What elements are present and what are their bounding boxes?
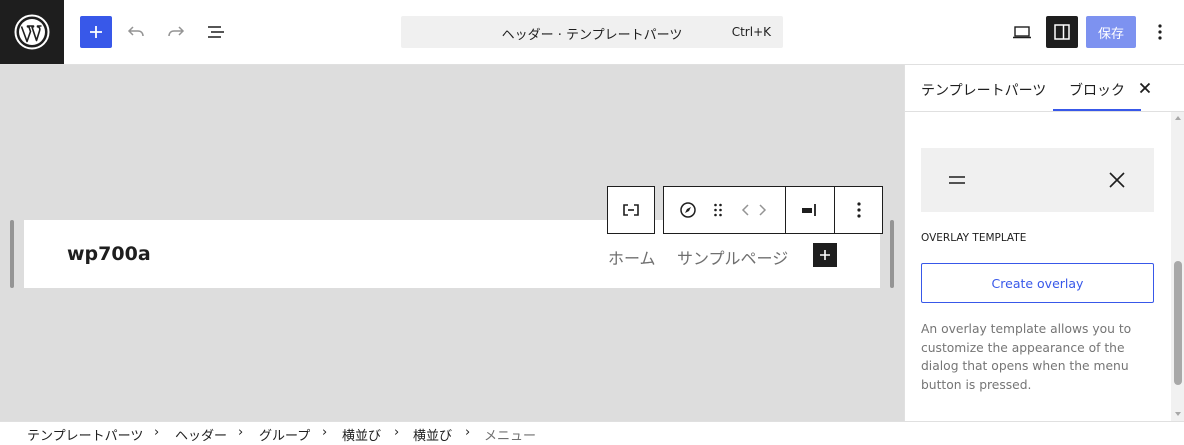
settings-sidebar: OVERLAY TEMPLATE Create overlay An overl…	[904, 65, 1184, 421]
breadcrumb-item[interactable]: ヘッダー	[175, 425, 227, 444]
move-left-right-buttons[interactable]	[736, 187, 772, 233]
nav-add-block-button[interactable]	[813, 243, 837, 267]
close-icon	[1139, 82, 1151, 94]
breadcrumb-separator-icon: ›	[238, 425, 244, 440]
nav-item-home[interactable]: ホーム	[608, 245, 656, 269]
document-title: ヘッダー · テンプレートパーツ	[501, 28, 683, 43]
undo-button[interactable]	[120, 16, 152, 48]
plus-icon	[820, 250, 830, 260]
breadcrumb-separator-icon: ›	[394, 425, 400, 440]
redo-icon	[168, 26, 185, 37]
block-toolbar-main	[663, 186, 883, 234]
block-transform-button[interactable]	[608, 187, 654, 233]
chevron-left-right-icon	[741, 204, 767, 216]
breadcrumb-separator-icon: ›	[465, 425, 471, 440]
tab-block[interactable]: ブロック	[1069, 80, 1125, 100]
device-preview-button[interactable]	[1006, 16, 1038, 48]
vertical-ellipsis-icon	[1158, 24, 1162, 40]
scrollbar-thumb[interactable]	[1174, 261, 1182, 385]
settings-sidebar-toggle[interactable]	[1046, 16, 1078, 48]
breadcrumb-item-current: メニュー	[484, 429, 537, 444]
command-palette-button[interactable]: ヘッダー · テンプレートパーツ Ctrl+K	[401, 16, 783, 48]
resize-handle-right[interactable]	[890, 220, 894, 288]
help-text: An overlay template allows you to custom…	[921, 322, 1132, 392]
breadcrumb-item[interactable]: テンプレートパーツ	[27, 425, 143, 444]
menu-icon	[949, 176, 965, 184]
site-title[interactable]: wp700a	[67, 243, 151, 265]
drag-handle-icon	[714, 203, 722, 217]
wordpress-logo-button[interactable]	[0, 0, 64, 64]
breadcrumb-separator-icon: ›	[154, 425, 160, 440]
editor-top-bar: ヘッダー · テンプレートパーツ Ctrl+K 保存	[0, 0, 1184, 65]
navigation-compass-button[interactable]	[674, 187, 702, 233]
navigation-block-icon	[623, 204, 639, 216]
resize-handle-left[interactable]	[10, 220, 14, 288]
block-options-button[interactable]	[835, 187, 882, 233]
redo-button[interactable]	[160, 16, 192, 48]
list-view-button[interactable]	[200, 16, 232, 48]
nav-item-sample-page[interactable]: サンプルページ	[677, 245, 788, 269]
block-inserter-button[interactable]	[80, 16, 112, 48]
scroll-up-arrow-icon[interactable]	[1171, 112, 1184, 124]
wordpress-logo-icon	[14, 14, 50, 50]
tab-template-part[interactable]: テンプレートパーツ	[921, 80, 1046, 100]
close-sidebar-button[interactable]	[1133, 76, 1157, 100]
drag-handle[interactable]	[706, 187, 730, 233]
keyboard-shortcut: Ctrl+K	[731, 25, 771, 39]
scroll-down-arrow-icon[interactable]	[1171, 408, 1184, 420]
sidebar-scrollbar[interactable]	[1171, 112, 1184, 421]
justify-right-icon	[802, 204, 816, 216]
create-overlay-button[interactable]: Create overlay	[921, 263, 1154, 303]
breadcrumb-item[interactable]: 横並び	[342, 425, 381, 444]
plus-icon	[90, 26, 102, 38]
options-menu-button[interactable]	[1144, 16, 1176, 48]
justification-button[interactable]	[786, 187, 834, 233]
vertical-ellipsis-icon	[856, 202, 861, 218]
save-button[interactable]: 保存	[1086, 16, 1136, 48]
undo-icon	[127, 26, 144, 37]
active-tab-indicator	[1053, 109, 1141, 111]
breadcrumb-separator-icon: ›	[322, 425, 328, 440]
breadcrumb-item[interactable]: 横並び	[413, 425, 452, 444]
overlay-preview	[921, 148, 1154, 212]
block-toolbar-transform	[607, 186, 655, 234]
sidebar-tabs: テンプレートパーツ ブロック	[905, 65, 1184, 112]
breadcrumb-item[interactable]: グループ	[259, 425, 310, 444]
block-breadcrumb: テンプレートパーツ › ヘッダー › グループ › 横並び › 横並び › メニ…	[0, 421, 1184, 445]
compass-icon	[680, 202, 696, 218]
desktop-icon	[1013, 26, 1031, 39]
close-icon	[1109, 172, 1125, 188]
section-label: OVERLAY TEMPLATE	[921, 232, 1027, 244]
list-view-icon	[208, 26, 224, 38]
sidebar-toggle-icon	[1054, 24, 1070, 40]
